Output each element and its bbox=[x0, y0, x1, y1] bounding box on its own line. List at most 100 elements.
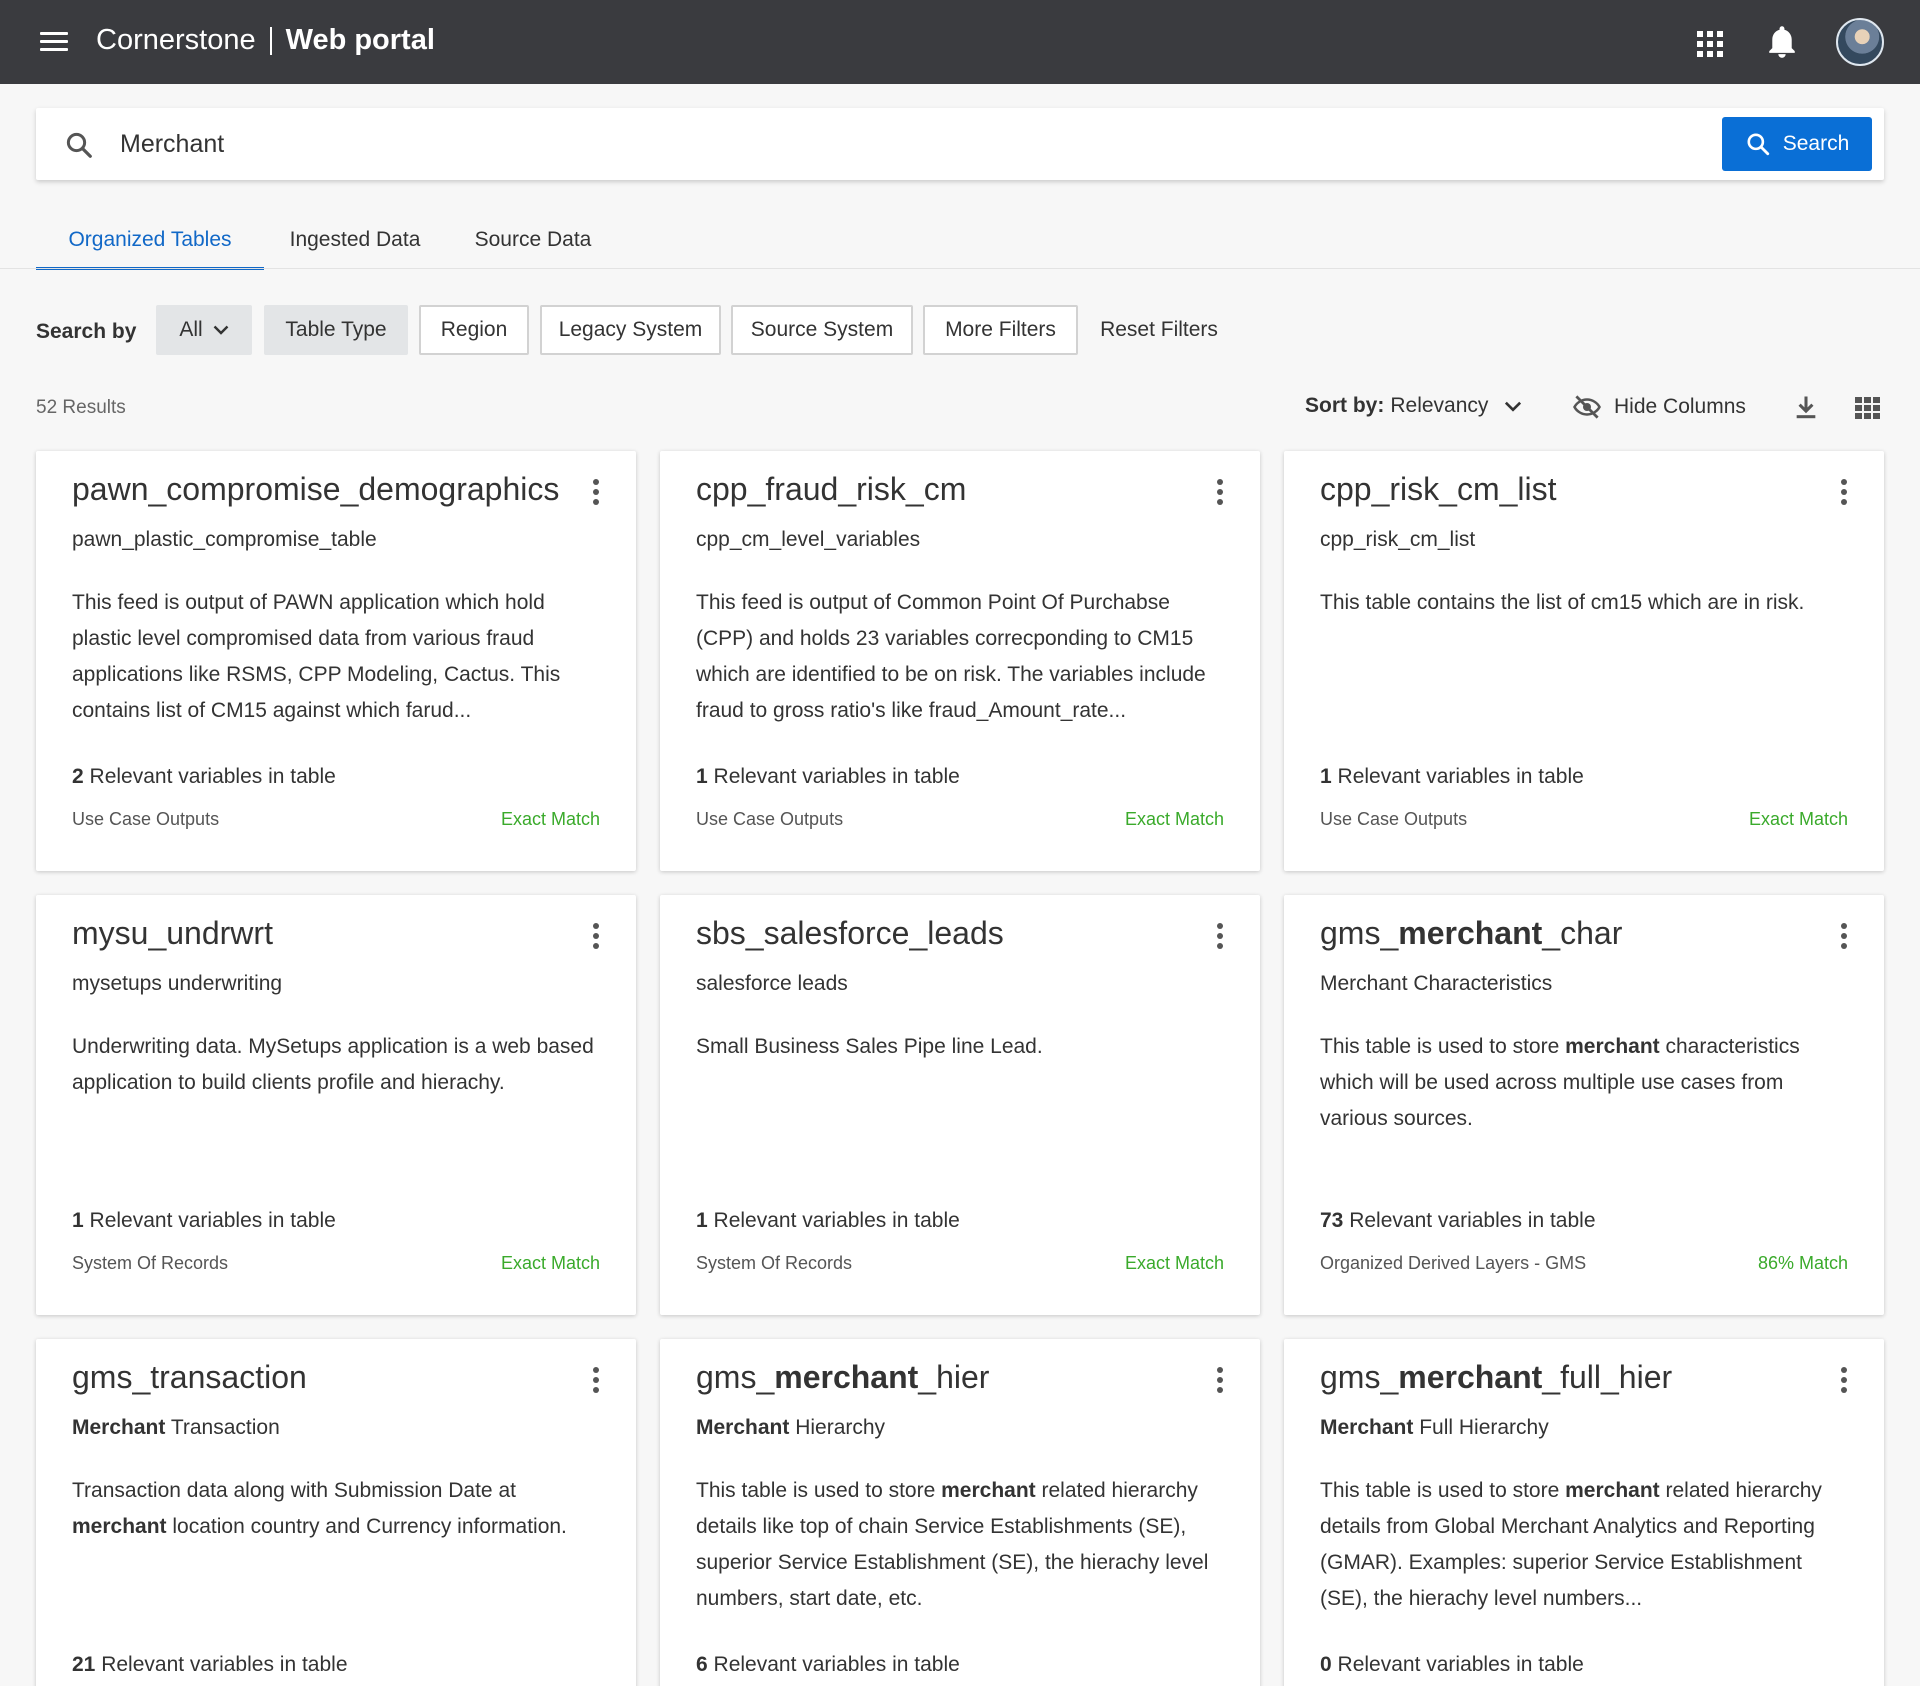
more-vert-icon[interactable] bbox=[592, 479, 600, 507]
search-by-label: Search by bbox=[36, 320, 137, 343]
card-type: System Of Records bbox=[72, 1253, 229, 1273]
subtitle-highlight: Merchant bbox=[1320, 1416, 1414, 1439]
card-subtitle: salesforce leads bbox=[696, 972, 848, 995]
more-vert-icon[interactable] bbox=[1216, 923, 1224, 951]
filter-all-dropdown[interactable]: All bbox=[156, 305, 252, 355]
desc-part: This table is used to store bbox=[1320, 1035, 1566, 1058]
result-card[interactable]: sbs_salesforce_leads salesforce leads Sm… bbox=[660, 895, 1260, 1315]
card-title[interactable]: gms_merchant_hier bbox=[696, 1359, 989, 1396]
more-vert-icon[interactable] bbox=[1840, 479, 1848, 507]
variable-label: Relevant variables in table bbox=[83, 765, 336, 788]
subtitle-part: Full Hierarchy bbox=[1413, 1416, 1549, 1439]
card-variables: 1 Relevant variables in table bbox=[72, 1209, 336, 1233]
card-title[interactable]: sbs_salesforce_leads bbox=[696, 915, 1004, 952]
card-title[interactable]: pawn_compromise_demographics bbox=[72, 471, 559, 508]
card-subtitle: pawn_plastic_compromise_table bbox=[72, 528, 377, 551]
subtitle-part: Transaction bbox=[165, 1416, 280, 1439]
tab-organized-tables[interactable]: Organized Tables bbox=[36, 222, 264, 270]
variable-label: Relevant variables in table bbox=[83, 1209, 336, 1232]
subtitle-part: Hierarchy bbox=[789, 1416, 886, 1439]
card-description: This table is used to store merchant cha… bbox=[1320, 1029, 1855, 1137]
more-vert-icon[interactable] bbox=[1216, 1367, 1224, 1395]
tab-source-data[interactable]: Source Data bbox=[446, 222, 620, 270]
search-button[interactable]: Search bbox=[1722, 117, 1872, 171]
card-subtitle: Merchant Transaction bbox=[72, 1416, 280, 1440]
card-title[interactable]: gms_merchant_char bbox=[1320, 915, 1622, 952]
reset-filters-button[interactable]: Reset Filters bbox=[1088, 305, 1230, 355]
card-title[interactable]: cpp_risk_cm_list bbox=[1320, 471, 1557, 508]
more-filters-button[interactable]: More Filters bbox=[923, 305, 1078, 355]
eye-off-icon bbox=[1573, 395, 1601, 419]
card-type: Organized Derived Layers - GMS bbox=[1320, 1253, 1587, 1273]
desc-highlight: merchant bbox=[1565, 1479, 1660, 1502]
filter-source-system[interactable]: Source System bbox=[731, 305, 913, 355]
grid-view-icon[interactable] bbox=[1855, 397, 1881, 419]
result-card[interactable]: cpp_fraud_risk_cm cpp_cm_level_variables… bbox=[660, 451, 1260, 871]
more-vert-icon[interactable] bbox=[1216, 479, 1224, 507]
card-variables: 21 Relevant variables in table bbox=[72, 1653, 348, 1677]
result-card[interactable]: pawn_compromise_demographics pawn_plasti… bbox=[36, 451, 636, 871]
card-description: This table is used to store merchant rel… bbox=[696, 1473, 1231, 1617]
match-badge: Exact Match bbox=[500, 1253, 600, 1273]
card-type: System Of Records bbox=[696, 1253, 853, 1273]
filter-region[interactable]: Region bbox=[419, 305, 529, 355]
card-subtitle: cpp_risk_cm_list bbox=[1320, 528, 1476, 551]
search-bar: Search bbox=[36, 108, 1884, 180]
card-title[interactable]: mysu_undrwrt bbox=[72, 915, 273, 952]
sort-label: Sort by: bbox=[1305, 394, 1385, 417]
card-type: Use Case Outputs bbox=[72, 809, 220, 829]
match-badge: Exact Match bbox=[1124, 809, 1224, 829]
desc-highlight: merchant bbox=[1565, 1035, 1660, 1058]
more-vert-icon[interactable] bbox=[592, 1367, 600, 1395]
card-title[interactable]: cpp_fraud_risk_cm bbox=[696, 471, 966, 508]
tab-ingested-data[interactable]: Ingested Data bbox=[264, 222, 446, 270]
bell-icon[interactable] bbox=[1767, 25, 1797, 59]
search-icon bbox=[1747, 133, 1769, 156]
more-vert-icon[interactable] bbox=[592, 923, 600, 951]
results-count: 52 Results bbox=[36, 397, 126, 418]
card-type: Use Case Outputs bbox=[1320, 809, 1468, 829]
result-card[interactable]: gms_merchant_full_hier Merchant Full Hie… bbox=[1284, 1339, 1884, 1686]
filter-legacy-system[interactable]: Legacy System bbox=[540, 305, 721, 355]
filter-all-label: All bbox=[179, 318, 203, 341]
card-title[interactable]: gms_merchant_full_hier bbox=[1320, 1359, 1672, 1396]
variable-label: Relevant variables in table bbox=[707, 765, 960, 788]
avatar[interactable] bbox=[1836, 18, 1884, 66]
result-card[interactable]: gms_transaction Merchant Transaction Tra… bbox=[36, 1339, 636, 1686]
top-bar: Cornerstone Web portal bbox=[0, 0, 1920, 84]
variable-count: 6 bbox=[696, 1653, 708, 1676]
app-brand[interactable]: Cornerstone Web portal bbox=[96, 24, 435, 57]
card-description: This table contains the list of cm15 whi… bbox=[1320, 591, 1805, 614]
card-variables: 1 Relevant variables in table bbox=[696, 765, 960, 789]
sort-dropdown[interactable]: Sort by: Relevancy bbox=[1305, 394, 1522, 418]
variable-label: Relevant variables in table bbox=[1331, 1653, 1584, 1676]
card-subtitle: Merchant Full Hierarchy bbox=[1320, 1416, 1549, 1440]
variable-count: 1 bbox=[696, 765, 708, 788]
hide-columns-button[interactable]: Hide Columns bbox=[1570, 392, 1746, 422]
result-card[interactable]: gms_merchant_char Merchant Characteristi… bbox=[1284, 895, 1884, 1315]
more-vert-icon[interactable] bbox=[1840, 1367, 1848, 1395]
desc-highlight: merchant bbox=[941, 1479, 1036, 1502]
product-name: Web portal bbox=[285, 24, 435, 56]
subtitle-highlight: Merchant bbox=[72, 1416, 166, 1439]
result-card[interactable]: cpp_risk_cm_list cpp_risk_cm_list This t… bbox=[1284, 451, 1884, 871]
download-icon[interactable] bbox=[1792, 393, 1820, 421]
desc-highlight: merchant bbox=[72, 1515, 167, 1538]
result-card[interactable]: gms_merchant_hier Merchant Hierarchy Thi… bbox=[660, 1339, 1260, 1686]
menu-icon[interactable] bbox=[40, 32, 68, 52]
match-badge: 86% Match bbox=[1757, 1253, 1848, 1273]
brand-name: Cornerstone bbox=[96, 24, 256, 56]
search-icon bbox=[66, 132, 92, 158]
search-input[interactable] bbox=[120, 122, 1420, 166]
more-vert-icon[interactable] bbox=[1840, 923, 1848, 951]
apps-grid-icon[interactable] bbox=[1697, 31, 1723, 57]
result-card[interactable]: mysu_undrwrt mysetups underwriting Under… bbox=[36, 895, 636, 1315]
card-variables: 2 Relevant variables in table bbox=[72, 765, 336, 789]
desc-part: This table is used to store bbox=[1320, 1479, 1566, 1502]
title-part: _hier bbox=[918, 1359, 990, 1395]
card-title[interactable]: gms_transaction bbox=[72, 1359, 307, 1396]
title-highlight: merchant bbox=[1398, 915, 1543, 951]
variable-count: 1 bbox=[696, 1209, 708, 1232]
variable-label: Relevant variables in table bbox=[707, 1653, 960, 1676]
filter-table-type[interactable]: Table Type bbox=[264, 305, 408, 355]
